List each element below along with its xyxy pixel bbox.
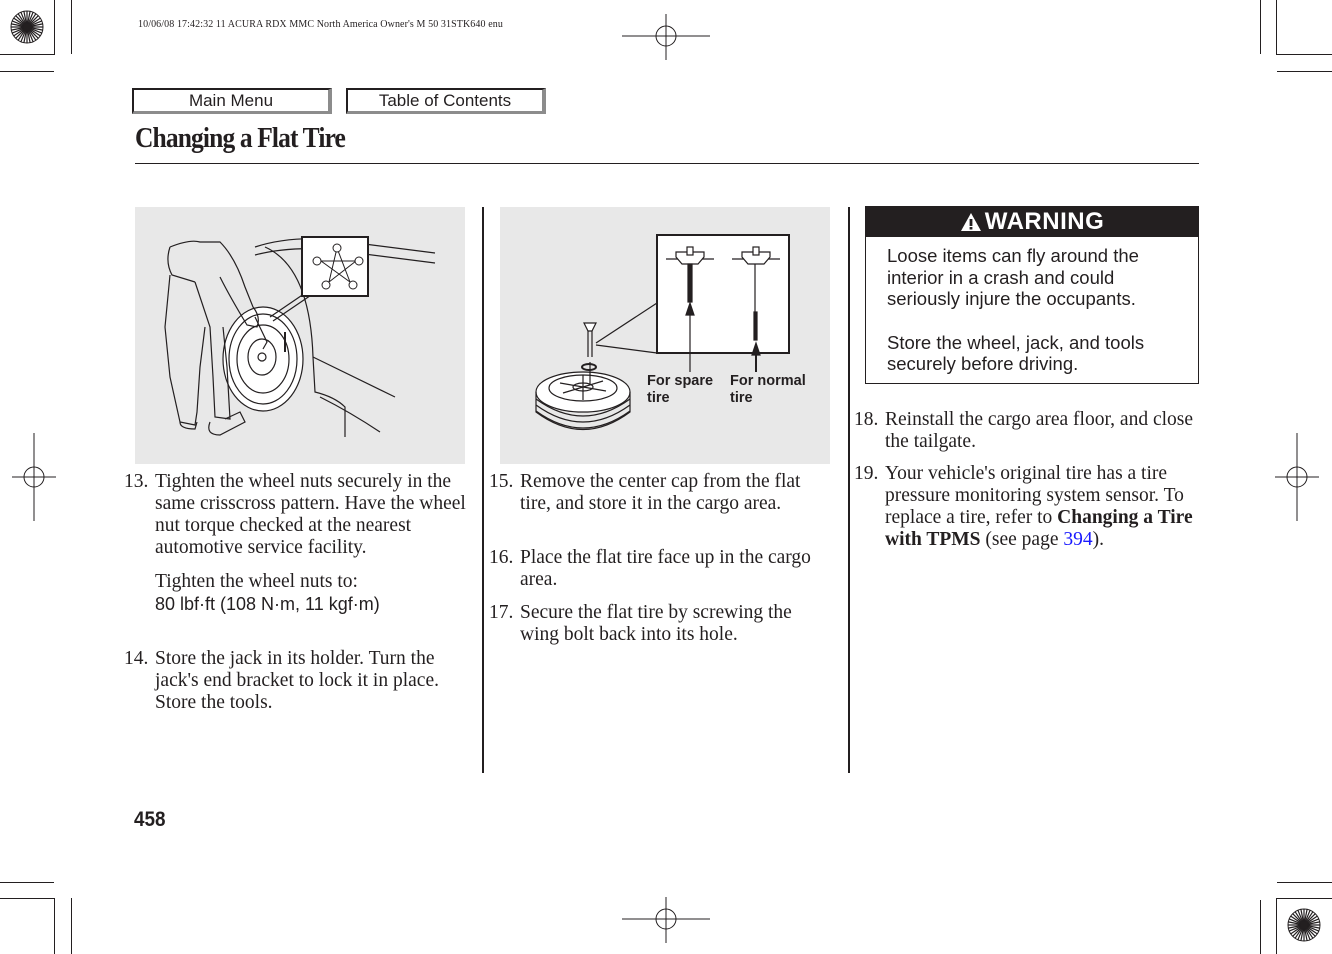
step-text: Secure the flat tire by screwing the win… [520, 602, 792, 645]
table-of-contents-button[interactable]: Table of Contents [346, 88, 546, 114]
step-13: 13. Tighten the wheel nuts securely in t… [124, 471, 469, 615]
step-18: 18. Reinstall the cargo area floor, and … [854, 409, 1199, 453]
crop-mark [71, 898, 72, 954]
step-16: 16. Place the flat tire face up in the c… [489, 547, 834, 591]
warning-paragraph: Store the wheel, jack, and tools securel… [887, 331, 1145, 375]
step-text: Tighten the wheel nuts securely in the s… [155, 471, 466, 558]
step-number: 18. [854, 409, 879, 430]
normal-tire-label-line2: tire [730, 390, 753, 406]
spare-tire-label: For spare tire [647, 373, 713, 407]
step-text: Your vehicle's original tire has a tire … [885, 463, 1199, 551]
warning-triangle-icon [960, 213, 981, 231]
crop-mark [54, 0, 55, 55]
crop-mark [1276, 54, 1332, 55]
crop-mark [1277, 882, 1332, 883]
crop-mark [0, 898, 55, 899]
page-title: Changing a Flat Tire [135, 122, 346, 154]
step-number: 19. [854, 463, 879, 484]
crop-mark [0, 54, 54, 55]
registration-sunburst-icon [10, 10, 44, 44]
step-number: 17. [489, 602, 514, 623]
warning-body: Loose items can fly around the interior … [866, 237, 1198, 375]
column-divider [482, 207, 484, 773]
registration-crosshair-icon [12, 433, 56, 521]
step-number: 15. [489, 471, 514, 492]
crop-mark [0, 71, 54, 72]
wheel-nut-tightening-illustration [164, 236, 436, 437]
step-14: 14. Store the jack in its holder. Turn t… [124, 648, 469, 714]
normal-tire-label-line1: For normal [730, 373, 806, 389]
torque-spec: 80 lbf·ft (108 N·m, 11 kgf·m) [155, 594, 380, 614]
step-number: 16. [489, 547, 514, 568]
crop-mark [1260, 900, 1261, 954]
page-number: 458 [134, 808, 166, 831]
step-text: Store the jack in its holder. Turn the j… [155, 648, 439, 713]
warning-title: WARNING [984, 208, 1105, 235]
step-text-part: ). [1092, 529, 1104, 550]
registration-sunburst-icon [1287, 908, 1321, 942]
spare-tire-wing-bolt-illustration [535, 234, 790, 430]
crop-mark [1260, 0, 1261, 54]
crop-mark [1276, 0, 1277, 55]
registration-crosshair-icon [622, 14, 710, 60]
step-subtext: Tighten the wheel nuts to: 80 lbf·ft (10… [155, 571, 469, 615]
print-header: 10/06/08 17:42:32 11 ACURA RDX MMC North… [138, 19, 503, 30]
main-menu-button[interactable]: Main Menu [132, 88, 332, 114]
wing-bolt-figure: For spare tire For normal tire [500, 207, 830, 464]
step-text: Place the flat tire face up in the cargo… [520, 547, 811, 590]
step-number: 13. [124, 471, 149, 492]
spare-tire-label-line2: tire [647, 390, 670, 406]
step-15: 15. Remove the center cap from the flat … [489, 471, 834, 515]
wheel-nut-figure [135, 207, 465, 464]
warning-box: WARNING Loose items can fly around the i… [865, 206, 1199, 384]
crop-mark [0, 882, 54, 883]
crop-mark [54, 898, 55, 954]
page-394-link[interactable]: 394 [1063, 529, 1092, 550]
step-17: 17. Secure the flat tire by screwing the… [489, 602, 834, 646]
step-number: 14. [124, 648, 149, 669]
step-19: 19. Your vehicle's original tire has a t… [854, 463, 1199, 551]
column-divider [848, 207, 850, 773]
warning-paragraph: Loose items can fly around the interior … [887, 245, 1139, 309]
spare-tire-label-line1: For spare [647, 373, 714, 389]
crop-mark [1276, 898, 1277, 954]
main-menu-label: Main Menu [188, 90, 274, 110]
torque-instruction: Tighten the wheel nuts to: [155, 571, 358, 592]
crop-mark [71, 0, 72, 54]
crop-mark [1277, 71, 1332, 72]
step-text: Remove the center cap from the flat tire… [520, 471, 801, 514]
table-of-contents-label: Table of Contents [378, 90, 512, 110]
normal-tire-label: For normal tire [730, 373, 806, 407]
crop-mark [1276, 898, 1332, 899]
registration-crosshair-icon [1275, 433, 1319, 521]
warning-header: WARNING [866, 207, 1198, 237]
registration-crosshair-icon [622, 897, 710, 943]
title-divider [135, 163, 1199, 164]
step-text: Reinstall the cargo area floor, and clos… [885, 409, 1194, 452]
step-text-part: (see page [980, 529, 1064, 550]
